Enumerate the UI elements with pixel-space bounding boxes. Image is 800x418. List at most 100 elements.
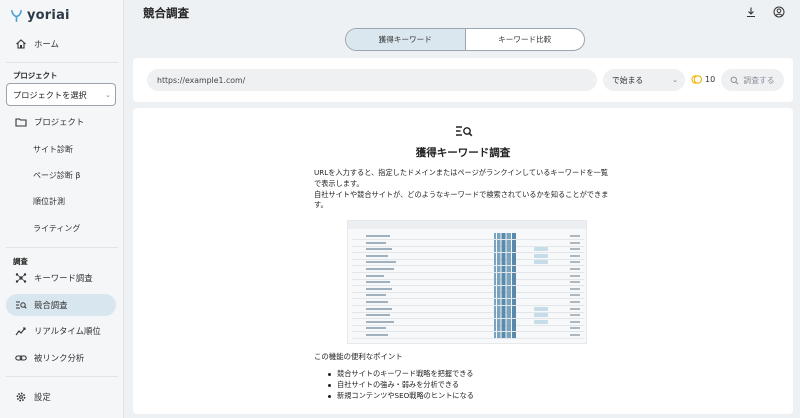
preview-tag (534, 306, 548, 311)
preview-keyword (366, 334, 388, 336)
preview-sparkline (494, 246, 516, 253)
preview-keyword (366, 327, 386, 330)
preview-number (570, 261, 580, 264)
points-title: この機能の便利なポイント (314, 352, 403, 361)
preview-number (570, 274, 580, 277)
tab-keyword-compare[interactable]: キーワード比較 (466, 29, 585, 50)
preview-number (570, 287, 580, 290)
preview-tag (534, 319, 548, 324)
preview-row (352, 318, 584, 320)
preview-row (352, 331, 584, 333)
search-list-icon (15, 299, 27, 311)
sidebar-item-home[interactable]: ホーム (6, 33, 116, 55)
sidebar-item-settings[interactable]: 設定 (6, 386, 116, 408)
preview-sparkline (494, 325, 516, 332)
preview-keyword (366, 294, 386, 297)
sidebar-subitem-rank-tracking[interactable]: 順位計測 (33, 194, 65, 208)
preview-keyword (366, 241, 386, 244)
trend-icon (15, 325, 27, 337)
preview-row (352, 278, 584, 280)
preview-sparkline (494, 259, 516, 266)
points-list: 競合サイトのキーワード戦略を把握できる 自社サイトの強み・弱みを分析できる 新規… (328, 369, 474, 401)
preview-header (348, 221, 586, 229)
download-icon[interactable] (745, 6, 757, 18)
sidebar-item-label: キーワード調査 (34, 273, 93, 283)
match-mode-value: で始まる (612, 75, 644, 85)
preview-sparkline (494, 299, 516, 305)
preview-number (570, 327, 580, 330)
preview-row (352, 252, 584, 254)
preview-sparkline (494, 305, 516, 312)
preview-sparkline (494, 312, 516, 319)
sidebar-item-backlinks[interactable]: 被リンク分析 (6, 347, 116, 369)
preview-sparkline (494, 233, 516, 239)
page-title: 競合調査 (143, 6, 189, 20)
url-input[interactable]: https://example1.com/ (147, 69, 597, 91)
preview-row (352, 285, 584, 287)
preview-keyword (366, 248, 392, 251)
credit-count: 10 (705, 75, 716, 84)
coin-icon (691, 75, 702, 84)
preview-tag (534, 260, 548, 265)
sidebar-item-keyword-research[interactable]: キーワード調査 (6, 267, 116, 289)
sidebar-item-realtime-rank[interactable]: リアルタイム順位 (6, 320, 116, 342)
preview-keyword (366, 287, 392, 290)
sidebar-item-label: 被リンク分析 (34, 353, 85, 363)
account-icon[interactable] (773, 6, 785, 18)
preview-keyword (366, 307, 392, 310)
project-select[interactable]: プロジェクトを選択 ⌄ (6, 83, 116, 106)
preview-number (570, 241, 580, 244)
preview-row (352, 338, 584, 339)
match-mode-select[interactable]: で始まる ⌄ (603, 69, 685, 91)
chevron-down-icon: ⌄ (672, 76, 678, 84)
sidebar-subitem-writing[interactable]: ライティング (33, 221, 80, 235)
tab-acquired-keywords[interactable]: 獲得キーワード (346, 29, 466, 50)
preview-sparkline (494, 239, 516, 246)
preview-number (570, 281, 580, 284)
preview-number (570, 314, 580, 317)
sidebar-subitem-site-audit[interactable]: サイト診断 (33, 142, 73, 156)
preview-sparkline (494, 272, 516, 279)
list-item: 新規コンテンツやSEO戦略のヒントになる (328, 391, 474, 402)
sidebar-item-label: 競合調査 (34, 300, 68, 310)
tab-bar: 獲得キーワード キーワード比較 (345, 28, 585, 51)
preview-row (352, 291, 584, 293)
list-item: 自社サイトの強み・弱みを分析できる (328, 380, 474, 391)
search-button[interactable]: 調査する (721, 69, 784, 91)
preview-row (352, 239, 584, 240)
preview-sparkline (494, 318, 516, 325)
preview-number (570, 301, 580, 303)
section-label-project: プロジェクト (13, 71, 58, 80)
preview-tag (534, 313, 548, 318)
preview-number (570, 307, 580, 310)
preview-sparkline (494, 285, 516, 292)
preview-number (570, 294, 580, 297)
preview-sparkline (494, 332, 516, 338)
preview-row (352, 311, 584, 313)
chevron-down-icon: ⌄ (105, 91, 111, 99)
preview-keyword (366, 254, 388, 257)
sidebar-item-project[interactable]: プロジェクト (6, 111, 116, 133)
sidebar-item-label: 設定 (34, 392, 51, 402)
divider (6, 247, 118, 248)
preview-row (352, 272, 584, 273)
folder-icon (15, 116, 27, 128)
logo-text: yoriai (27, 7, 70, 23)
sidebar-item-competitor-research[interactable]: 競合調査 (6, 294, 116, 316)
preview-sparkline (494, 266, 516, 272)
preview-row (352, 324, 584, 326)
preview-sparkline (494, 252, 516, 259)
preview-number (570, 268, 580, 270)
search-panel: https://example1.com/ で始まる ⌄ 10 調査する (133, 58, 793, 102)
search-icon (730, 76, 739, 84)
preview-keyword (366, 320, 394, 323)
credit-counter: 10 (691, 74, 715, 85)
preview-number (570, 320, 580, 323)
preview-number (570, 235, 580, 237)
logo[interactable]: yoriai (10, 6, 70, 24)
preview-number (570, 254, 580, 257)
preview-keyword (366, 235, 390, 237)
gear-icon (15, 391, 27, 403)
preview-number (570, 248, 580, 251)
sidebar-subitem-page-audit[interactable]: ページ診断 β (33, 168, 81, 182)
